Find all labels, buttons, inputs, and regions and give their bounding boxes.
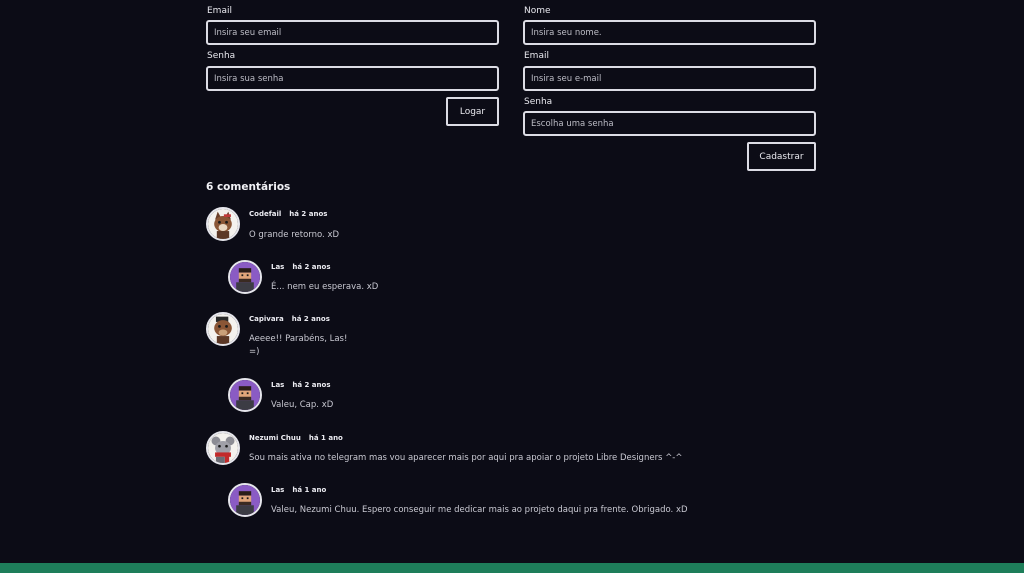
avatar[interactable] — [206, 431, 240, 465]
pixel-man-avatar-icon — [230, 380, 260, 410]
login-password-label: Senha — [207, 51, 236, 61]
comment-text: Aeeee!! Parabéns, Las! =) — [249, 333, 347, 359]
comment-text: O grande retorno. xD — [249, 230, 340, 240]
comment-author[interactable]: Las — [271, 263, 284, 271]
comment-author[interactable]: Las — [271, 381, 284, 389]
avatar[interactable] — [228, 260, 262, 294]
comment-author[interactable]: Nezumi Chuu — [249, 434, 301, 442]
register-password-input[interactable] — [523, 111, 816, 136]
register-email-label: Email — [524, 51, 549, 61]
login-email-input[interactable] — [206, 20, 499, 45]
login-button[interactable]: Logar — [446, 97, 499, 126]
comment-time[interactable]: há 2 anos — [292, 315, 330, 323]
comment-text: Sou mais ativa no telegram mas vou apare… — [249, 453, 683, 463]
comment-time[interactable]: há 1 ano — [292, 486, 326, 494]
comment-author[interactable]: Codefail — [249, 210, 281, 218]
footer-accent-bar — [0, 563, 1024, 573]
comment-time[interactable]: há 2 anos — [292, 263, 330, 271]
avatar[interactable] — [228, 378, 262, 412]
login-password-input[interactable] — [206, 66, 499, 91]
register-email-input[interactable] — [523, 66, 816, 91]
comment-time[interactable]: há 2 anos — [289, 210, 327, 218]
comment-text: É... nem eu esperava. xD — [271, 282, 379, 292]
avatar[interactable] — [206, 207, 240, 241]
comment-text: Valeu, Nezumi Chuu. Espero conseguir me … — [271, 505, 688, 515]
register-name-label: Nome — [524, 6, 551, 16]
comments-count-heading: 6 comentários — [206, 181, 291, 193]
avatar[interactable] — [228, 483, 262, 517]
comment-time[interactable]: há 1 ano — [309, 434, 343, 442]
register-password-label: Senha — [524, 97, 553, 107]
avatar[interactable] — [206, 312, 240, 346]
comment-time[interactable]: há 2 anos — [292, 381, 330, 389]
mouse-character-avatar-icon — [208, 433, 238, 463]
capybara-character-avatar-icon — [208, 314, 238, 344]
comment-text: Valeu, Cap. xD — [271, 400, 334, 410]
comment-author[interactable]: Capivara — [249, 315, 284, 323]
fox-character-avatar-icon — [208, 209, 238, 239]
comment-text-line: =) — [249, 347, 260, 357]
pixel-man-avatar-icon — [230, 485, 260, 515]
comment-text-line: Aeeee!! Parabéns, Las! — [249, 334, 348, 344]
register-name-input[interactable] — [523, 20, 816, 45]
login-email-label: Email — [207, 6, 232, 16]
register-button[interactable]: Cadastrar — [747, 142, 816, 171]
comment-author[interactable]: Las — [271, 486, 284, 494]
pixel-man-avatar-icon — [230, 262, 260, 292]
